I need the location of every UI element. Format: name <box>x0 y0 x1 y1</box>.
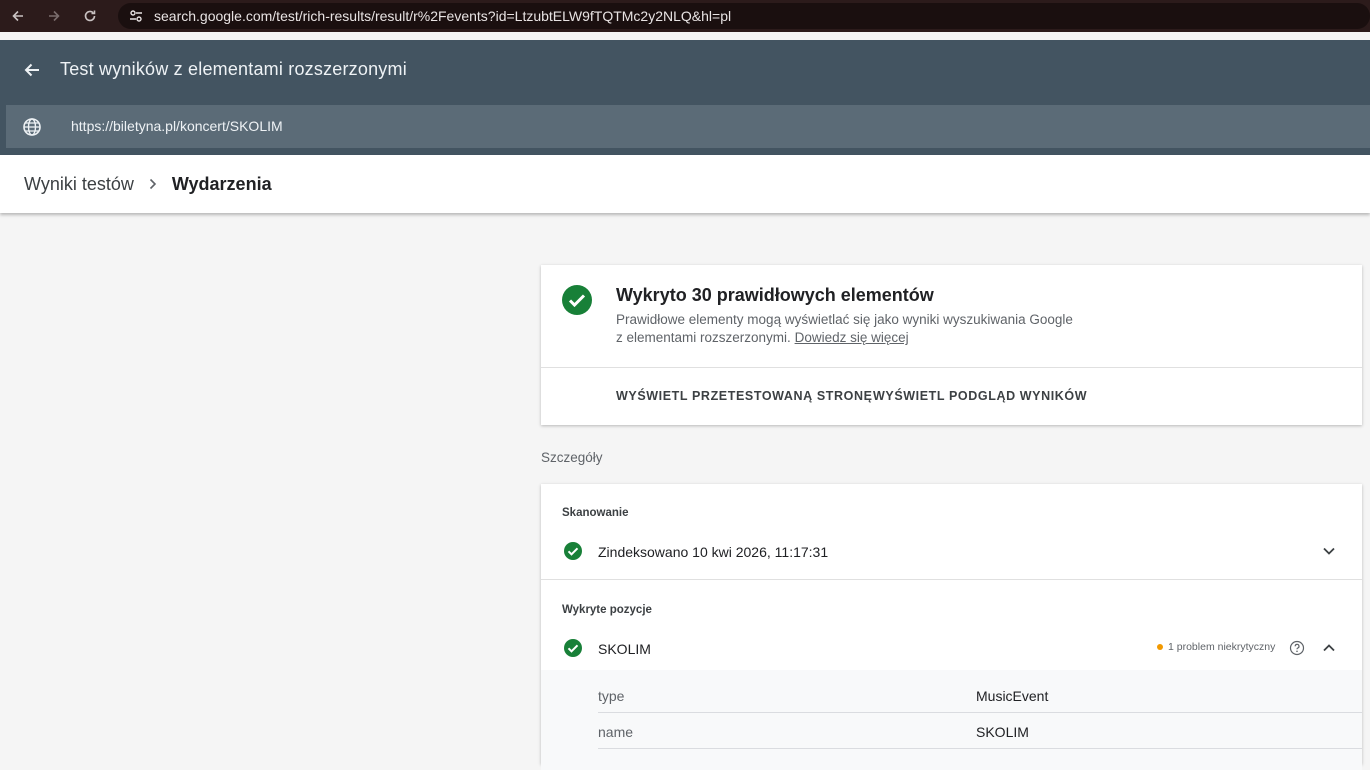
issue-badge: 1 problem niekrytyczny <box>1157 641 1275 653</box>
property-value: MusicEvent <box>976 688 1049 704</box>
properties-table: type MusicEvent name SKOLIM <box>541 670 1362 770</box>
breadcrumb-root[interactable]: Wyniki testów <box>24 174 134 195</box>
row-divider <box>598 712 1362 713</box>
detected-section-title: Wykryte pozycje <box>562 604 652 616</box>
check-circle-icon <box>561 284 593 316</box>
issue-text: 1 problem niekrytyczny <box>1168 641 1276 653</box>
tested-url-bar[interactable]: https://biletyna.pl/koncert/SKOLIM <box>6 105 1370 148</box>
details-panel: Skanowanie Zindeksowano 10 kwi 2026, 11:… <box>541 484 1362 770</box>
check-circle-icon <box>563 541 583 561</box>
back-arrow-icon[interactable] <box>0 0 36 32</box>
summary-card: Wykryto 30 prawidłowych elementów Prawid… <box>541 265 1362 425</box>
app-title: Test wyników z elementami rozszerzonymi <box>60 59 407 79</box>
crawl-section-title: Skanowanie <box>562 507 629 519</box>
address-text: search.google.com/test/rich-results/resu… <box>154 8 732 24</box>
app-header: Test wyników z elementami rozszerzonymi … <box>0 40 1370 155</box>
chevron-right-icon <box>148 174 158 195</box>
globe-icon <box>22 117 42 137</box>
property-name: type <box>598 688 625 704</box>
check-circle-icon <box>563 638 583 658</box>
learn-more-link[interactable]: Dowiedz się więcej <box>795 330 909 345</box>
crawl-status: Zindeksowano 10 kwi 2026, 11:17:31 <box>598 544 829 560</box>
row-divider <box>598 748 1362 749</box>
divider <box>541 579 1362 580</box>
summary-headline: Wykryto 30 prawidłowych elementów <box>616 285 934 305</box>
details-heading: Szczegóły <box>541 450 603 465</box>
warning-dot-icon <box>1157 644 1163 650</box>
preview-results-button[interactable]: WYŚWIETL PODGLĄD WYNIKÓW <box>873 389 1087 403</box>
help-icon[interactable] <box>1289 640 1305 656</box>
reload-icon[interactable] <box>72 0 108 32</box>
breadcrumb-current: Wydarzenia <box>171 173 272 194</box>
back-arrow-icon[interactable] <box>20 58 44 82</box>
tested-url: https://biletyna.pl/koncert/SKOLIM <box>71 118 283 134</box>
chevron-down-icon[interactable] <box>1319 541 1339 561</box>
site-settings-icon[interactable] <box>118 8 154 24</box>
property-name: name <box>598 724 634 740</box>
description-line1: Prawidłowe elementy mogą wyświetlać się … <box>616 312 1073 327</box>
view-tested-page-button[interactable]: WYŚWIETL PRZETESTOWANĄ STRONĘ <box>616 389 873 403</box>
chevron-up-icon[interactable] <box>1319 638 1339 658</box>
property-value: SKOLIM <box>976 724 1029 740</box>
address-bar[interactable]: search.google.com/test/rich-results/resu… <box>118 3 1370 29</box>
detected-item-name[interactable]: SKOLIM <box>598 641 651 657</box>
summary-description: Prawidłowe elementy mogą wyświetlać się … <box>616 311 1096 347</box>
divider <box>541 367 1362 368</box>
forward-arrow-icon[interactable] <box>36 0 72 32</box>
description-line2: z elementami rozszerzonymi. <box>616 330 791 345</box>
browser-toolbar: search.google.com/test/rich-results/resu… <box>0 0 1370 32</box>
breadcrumb: Wyniki testów Wydarzenia <box>0 155 1370 213</box>
